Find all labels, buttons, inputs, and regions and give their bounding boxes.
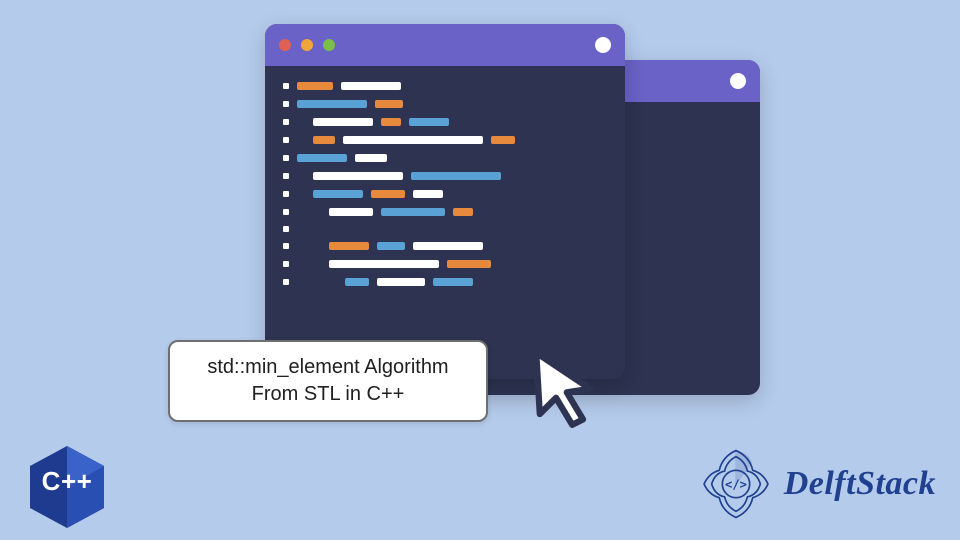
cpp-badge-label: C++ (28, 466, 106, 497)
caption-line-2: From STL in C++ (186, 381, 470, 408)
code-window-front (265, 24, 625, 379)
brand-logo: </> DelftStack (698, 446, 936, 522)
svg-text:</>: </> (725, 478, 747, 492)
code-area (265, 66, 625, 312)
traffic-light-red-icon (279, 39, 291, 51)
caption-box: std::min_element Algorithm From STL in C… (168, 340, 488, 422)
brand-name: DelftStack (784, 465, 936, 503)
cpp-badge: C++ (28, 444, 106, 530)
thumbnail-stage: std::min_element Algorithm From STL in C… (0, 0, 960, 540)
window-control-icon (595, 37, 611, 53)
caption-line-1: std::min_element Algorithm (186, 354, 470, 381)
cursor-arrow-icon (520, 342, 610, 432)
window-titlebar-front (265, 24, 625, 66)
window-control-icon (730, 73, 746, 89)
brand-mandala-icon: </> (698, 446, 774, 522)
traffic-light-green-icon (323, 39, 335, 51)
traffic-light-yellow-icon (301, 39, 313, 51)
